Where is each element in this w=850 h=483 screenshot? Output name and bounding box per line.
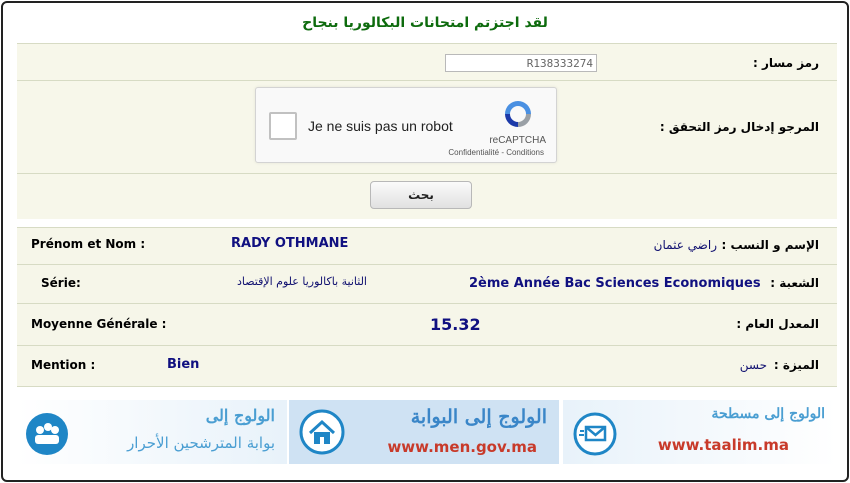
- banner-men-portal[interactable]: الولوج إلى البوابة www.men.gov.ma: [289, 400, 559, 464]
- serie-ar-value: الثانية باكالوريا علوم الإقتصاد: [236, 275, 367, 288]
- banner-taalim[interactable]: الولوج إلى مسطحة www.taalim.ma: [563, 400, 837, 464]
- mention-fr-value: Bien: [167, 357, 200, 372]
- page-frame: لقد اجتزتم امتحانات البكالوريا بنجاح رمز…: [1, 1, 849, 482]
- divider: [17, 303, 837, 304]
- average-ar-label: المعدل العام :: [736, 317, 819, 331]
- recaptcha-text: Je ne suis pas un robot: [308, 118, 453, 134]
- recaptcha-brand: reCAPTCHA: [489, 135, 546, 146]
- average-value: 15.32: [430, 315, 481, 334]
- divider: [17, 80, 837, 81]
- serie-label: Série:: [41, 276, 81, 290]
- name-fr-label: Prénom et Nom :: [31, 237, 146, 251]
- page-title: لقد اجتزتم امتحانات البكالوريا بنجاح: [302, 15, 548, 31]
- mention-ar-label: الميزة :: [773, 358, 819, 372]
- banner-2-url: www.men.gov.ma: [387, 438, 537, 456]
- massar-input[interactable]: R138333274: [445, 54, 597, 72]
- divider: [17, 227, 837, 228]
- branch-fr-value: 2ème Année Bac Sciences Economiques: [469, 276, 761, 291]
- mention-ar-value: حسن: [739, 358, 767, 372]
- candidates-icon: [26, 413, 68, 455]
- banner-2-title: الولوج إلى البوابة: [410, 406, 547, 428]
- recaptcha-widget: Je ne suis pas un robot reCAPTCHA Confid…: [255, 87, 557, 163]
- massar-label: رمز مسار :: [752, 56, 819, 70]
- branch-ar-label: الشعبة :: [770, 276, 819, 290]
- name-fr-value: RADY OTHMANE: [231, 236, 349, 251]
- banner-3-url: www.taalim.ma: [657, 436, 789, 454]
- captcha-label: المرجو إدخال رمز التحقق :: [659, 120, 819, 134]
- recaptcha-logo-icon: [505, 101, 531, 127]
- banner-1-title: الولوج إلى: [205, 406, 275, 425]
- banner-3-title: الولوج إلى مسطحة: [711, 406, 825, 422]
- divider: [17, 345, 837, 346]
- mail-icon: [573, 412, 617, 456]
- recaptcha-links[interactable]: Confidentialité - Conditions: [256, 148, 556, 157]
- home-icon: [299, 409, 345, 455]
- average-fr-label: Moyenne Générale :: [31, 317, 167, 331]
- name-ar-label: الإسم و النسب :: [721, 238, 819, 252]
- mention-fr-label: Mention :: [31, 358, 96, 372]
- name-ar-value: راضي عثمان: [653, 238, 717, 252]
- banner-1-subtitle: بوابة المترشحين الأحرار: [127, 434, 275, 452]
- search-button[interactable]: بحث: [370, 181, 472, 209]
- divider: [17, 264, 837, 265]
- divider: [17, 386, 837, 387]
- banner-free-candidates[interactable]: الولوج إلى بوابة المترشحين الأحرار: [17, 400, 287, 464]
- divider: [17, 173, 837, 174]
